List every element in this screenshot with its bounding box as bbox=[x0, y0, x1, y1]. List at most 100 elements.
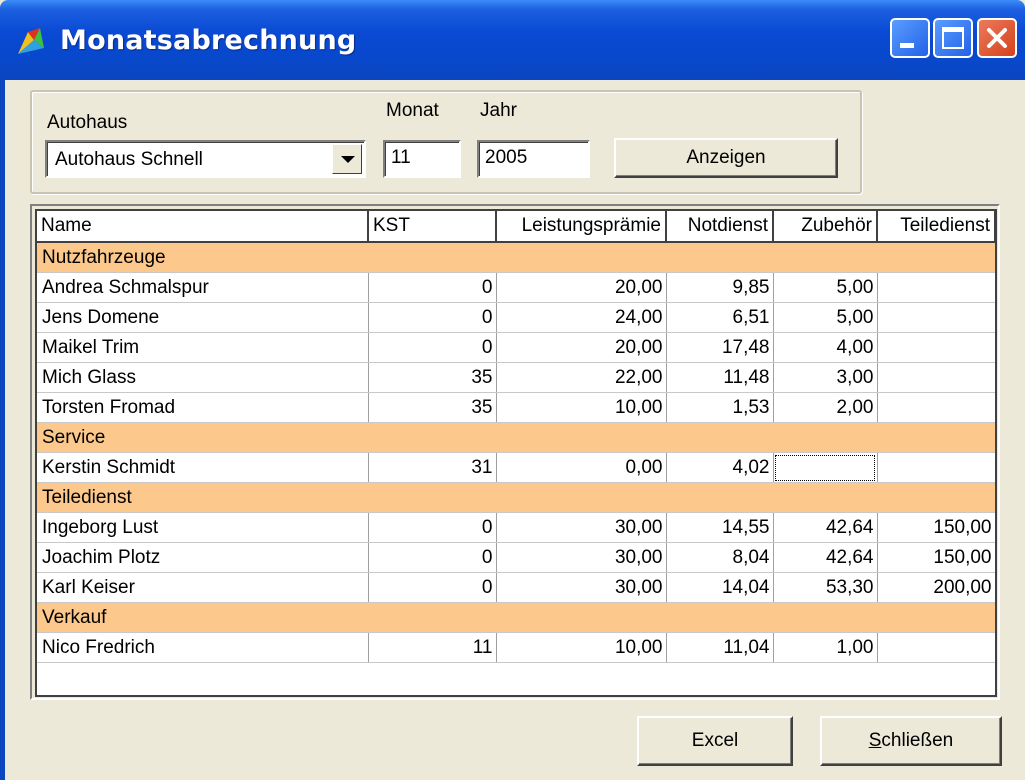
table-cell[interactable]: Karl Keiser bbox=[37, 572, 369, 603]
table-cell[interactable]: 24,00 bbox=[496, 302, 667, 333]
monat-input[interactable]: 11 bbox=[383, 140, 461, 178]
group-label: Nutzfahrzeuge bbox=[37, 242, 995, 273]
col-header-kst[interactable]: KST bbox=[368, 211, 497, 243]
table-row[interactable]: Kerstin Schmidt 31 0,00 4,02 bbox=[37, 452, 995, 483]
group-row[interactable]: Verkauf bbox=[37, 602, 995, 633]
autohaus-value: Autohaus Schnell bbox=[55, 149, 203, 170]
col-header-teiledienst[interactable]: Teiledienst bbox=[877, 211, 995, 243]
table-cell[interactable]: 5,00 bbox=[773, 272, 878, 303]
table-cell[interactable]: Jens Domene bbox=[37, 302, 369, 333]
table-row[interactable]: Mich Glass 35 22,00 11,48 3,00 bbox=[37, 362, 995, 393]
table-cell[interactable] bbox=[877, 302, 995, 333]
table-cell[interactable]: 22,00 bbox=[496, 362, 667, 393]
table-cell[interactable] bbox=[773, 452, 878, 483]
table-cell[interactable]: 30,00 bbox=[496, 512, 667, 543]
autohaus-select[interactable]: Autohaus Schnell bbox=[45, 140, 366, 178]
table-cell[interactable]: Andrea Schmalspur bbox=[37, 272, 369, 303]
table-cell[interactable]: 42,64 bbox=[773, 542, 878, 573]
table-row[interactable]: Jens Domene 0 24,00 6,51 5,00 bbox=[37, 302, 995, 333]
table-cell[interactable]: 9,85 bbox=[666, 272, 774, 303]
table-row[interactable]: Ingeborg Lust 0 30,00 14,55 42,64 150,00 bbox=[37, 512, 995, 543]
table-cell[interactable] bbox=[877, 452, 995, 483]
table-cell[interactable]: Torsten Fromad bbox=[37, 392, 369, 423]
table-cell[interactable]: 150,00 bbox=[877, 512, 995, 543]
maximize-icon[interactable] bbox=[933, 18, 973, 58]
table-cell[interactable] bbox=[877, 332, 995, 363]
table-cell[interactable]: 17,48 bbox=[666, 332, 774, 363]
table-cell[interactable]: 4,00 bbox=[773, 332, 878, 363]
table-cell[interactable]: 35 bbox=[368, 392, 497, 423]
table-cell[interactable] bbox=[877, 392, 995, 423]
table-cell[interactable]: 11,04 bbox=[666, 632, 774, 663]
table-cell[interactable]: 4,02 bbox=[666, 452, 774, 483]
table-cell[interactable]: 20,00 bbox=[496, 332, 667, 363]
table-cell[interactable]: Ingeborg Lust bbox=[37, 512, 369, 543]
col-header-name[interactable]: Name bbox=[37, 211, 369, 243]
col-header-notdienst[interactable]: Notdienst bbox=[666, 211, 774, 243]
table-cell[interactable]: 10,00 bbox=[496, 392, 667, 423]
table-cell[interactable]: 6,51 bbox=[666, 302, 774, 333]
window-border bbox=[0, 80, 5, 780]
group-row[interactable]: Service bbox=[37, 422, 995, 453]
col-header-leistungspraemie[interactable]: Leistungsprämie bbox=[496, 211, 667, 243]
header-row: Name KST Leistungsprämie Notdienst Zubeh… bbox=[37, 211, 995, 243]
table-cell[interactable]: 0 bbox=[368, 302, 497, 333]
table-cell[interactable]: 2,00 bbox=[773, 392, 878, 423]
table-cell[interactable]: Kerstin Schmidt bbox=[37, 452, 369, 483]
close-icon[interactable] bbox=[977, 18, 1017, 58]
table-cell[interactable]: 14,55 bbox=[666, 512, 774, 543]
table-cell[interactable]: 0 bbox=[368, 272, 497, 303]
table-cell[interactable]: 11,48 bbox=[666, 362, 774, 393]
jahr-input[interactable]: 2005 bbox=[477, 140, 590, 178]
minimize-icon[interactable] bbox=[890, 18, 930, 58]
window-title: Monatsabrechnung bbox=[60, 25, 357, 56]
app-icon bbox=[18, 28, 44, 54]
table-cell[interactable]: 35 bbox=[368, 362, 497, 393]
table-cell[interactable]: 150,00 bbox=[877, 542, 995, 573]
anzeigen-button[interactable]: Anzeigen bbox=[614, 138, 838, 178]
group-row[interactable]: Nutzfahrzeuge bbox=[37, 242, 995, 273]
table-cell[interactable]: Mich Glass bbox=[37, 362, 369, 393]
table-cell[interactable]: 30,00 bbox=[496, 572, 667, 603]
excel-button[interactable]: Excel bbox=[637, 716, 793, 766]
table-row[interactable]: Joachim Plotz 0 30,00 8,04 42,64 150,00 bbox=[37, 542, 995, 573]
table-cell[interactable]: 0 bbox=[368, 572, 497, 603]
table-cell[interactable]: 30,00 bbox=[496, 542, 667, 573]
table-cell[interactable] bbox=[877, 632, 995, 663]
table-cell[interactable]: Nico Fredrich bbox=[37, 632, 369, 663]
table-cell[interactable]: 0 bbox=[368, 512, 497, 543]
table-cell[interactable]: 14,04 bbox=[666, 572, 774, 603]
col-header-zubehoer[interactable]: Zubehör bbox=[773, 211, 878, 243]
table-cell[interactable]: 8,04 bbox=[666, 542, 774, 573]
table-row[interactable]: Nico Fredrich 11 10,00 11,04 1,00 bbox=[37, 632, 995, 663]
table-cell[interactable]: 1,53 bbox=[666, 392, 774, 423]
chevron-down-icon[interactable] bbox=[332, 144, 362, 174]
table-row[interactable]: Andrea Schmalspur 0 20,00 9,85 5,00 bbox=[37, 272, 995, 303]
table-cell[interactable]: 0 bbox=[368, 332, 497, 363]
table-cell[interactable]: 3,00 bbox=[773, 362, 878, 393]
table-cell[interactable]: 31 bbox=[368, 452, 497, 483]
schliessen-button[interactable]: Schließen bbox=[820, 716, 1002, 766]
table-row[interactable]: Torsten Fromad 35 10,00 1,53 2,00 bbox=[37, 392, 995, 423]
table-row[interactable]: Maikel Trim 0 20,00 17,48 4,00 bbox=[37, 332, 995, 363]
table-cell[interactable]: 200,00 bbox=[877, 572, 995, 603]
table-cell[interactable]: 10,00 bbox=[496, 632, 667, 663]
table-cell[interactable]: 5,00 bbox=[773, 302, 878, 333]
table-cell[interactable]: 20,00 bbox=[496, 272, 667, 303]
table-cell[interactable]: 0 bbox=[368, 542, 497, 573]
group-row[interactable]: Teiledienst bbox=[37, 482, 995, 513]
table-cell[interactable]: 42,64 bbox=[773, 512, 878, 543]
table-cell[interactable] bbox=[877, 362, 995, 393]
table-cell[interactable]: 0,00 bbox=[496, 452, 667, 483]
table-cell[interactable]: 11 bbox=[368, 632, 497, 663]
table-body: Nutzfahrzeuge Andrea Schmalspur 0 20,00 9,85… bbox=[37, 242, 995, 663]
table-cell[interactable]: 53,30 bbox=[773, 572, 878, 603]
title-bar[interactable]: Monatsabrechnung bbox=[0, 0, 1025, 80]
table-cell[interactable] bbox=[877, 272, 995, 303]
table-cell[interactable]: 1,00 bbox=[773, 632, 878, 663]
table-row[interactable]: Karl Keiser 0 30,00 14,04 53,30 200,00 bbox=[37, 572, 995, 603]
data-grid[interactable]: Name KST Leistungsprämie Notdienst Zubeh… bbox=[35, 209, 997, 697]
table-cell[interactable]: Joachim Plotz bbox=[37, 542, 369, 573]
table-cell[interactable]: Maikel Trim bbox=[37, 332, 369, 363]
autohaus-label: Autohaus bbox=[47, 112, 128, 133]
